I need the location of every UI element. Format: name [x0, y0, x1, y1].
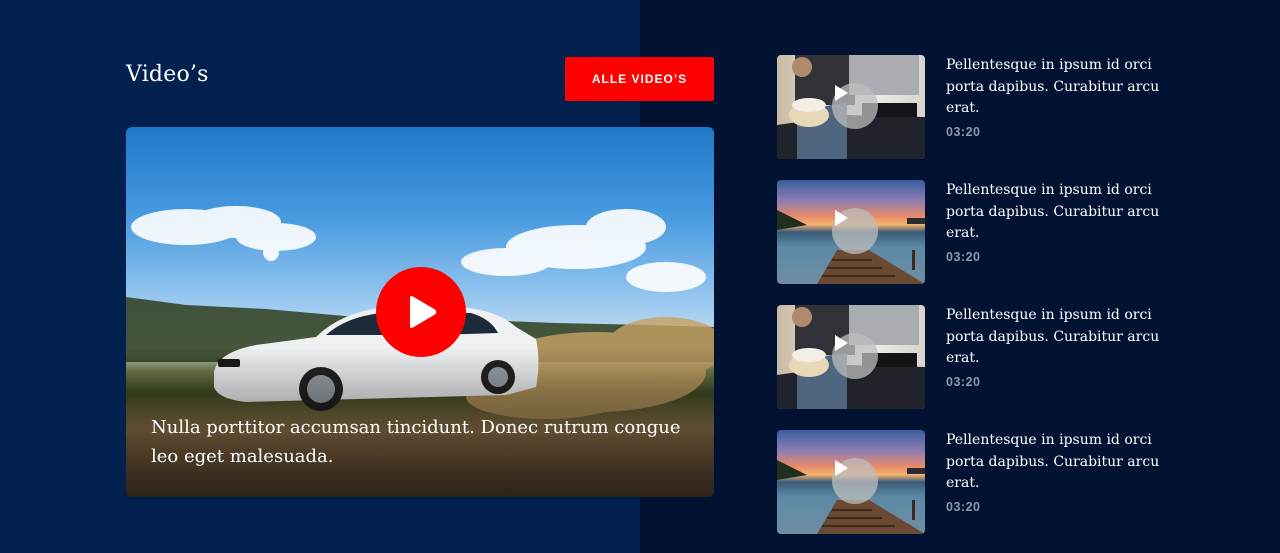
- video-title[interactable]: Pellentesque in ipsum id orci porta dapi…: [946, 180, 1171, 245]
- video-title[interactable]: Pellentesque in ipsum id orci porta dapi…: [946, 55, 1171, 120]
- playlist-item[interactable]: Pellentesque in ipsum id orci porta dapi…: [777, 180, 1177, 284]
- video-thumbnail[interactable]: [777, 430, 925, 534]
- play-icon: [835, 210, 848, 226]
- video-duration: 03:20: [946, 250, 981, 264]
- video-title[interactable]: Pellentesque in ipsum id orci porta dapi…: [946, 430, 1171, 495]
- play-icon-button[interactable]: [832, 208, 878, 254]
- play-icon: [835, 335, 848, 351]
- play-button[interactable]: [376, 267, 466, 357]
- playlist-item[interactable]: Pellentesque in ipsum id orci porta dapi…: [777, 55, 1177, 159]
- video-duration: 03:20: [946, 375, 981, 389]
- featured-video-caption: Nulla porttitor accumsan tincidunt. Done…: [151, 417, 681, 467]
- video-title[interactable]: Pellentesque in ipsum id orci porta dapi…: [946, 305, 1171, 370]
- all-videos-button[interactable]: ALLE VIDEO’S: [565, 57, 714, 101]
- play-icon: [835, 85, 848, 101]
- video-thumbnail[interactable]: [777, 305, 925, 409]
- play-icon: [410, 296, 437, 328]
- play-icon-button[interactable]: [832, 83, 878, 129]
- play-icon-button[interactable]: [832, 458, 878, 504]
- video-thumbnail[interactable]: [777, 55, 925, 159]
- section-title: Video’s: [126, 62, 209, 87]
- play-icon: [835, 460, 848, 476]
- video-duration: 03:20: [946, 125, 981, 139]
- video-thumbnail[interactable]: [777, 180, 925, 284]
- playlist-item[interactable]: Pellentesque in ipsum id orci porta dapi…: [777, 430, 1177, 534]
- play-icon-button[interactable]: [832, 333, 878, 379]
- playlist-item[interactable]: Pellentesque in ipsum id orci porta dapi…: [777, 305, 1177, 409]
- video-duration: 03:20: [946, 500, 981, 514]
- featured-video[interactable]: Nulla porttitor accumsan tincidunt. Done…: [126, 127, 714, 497]
